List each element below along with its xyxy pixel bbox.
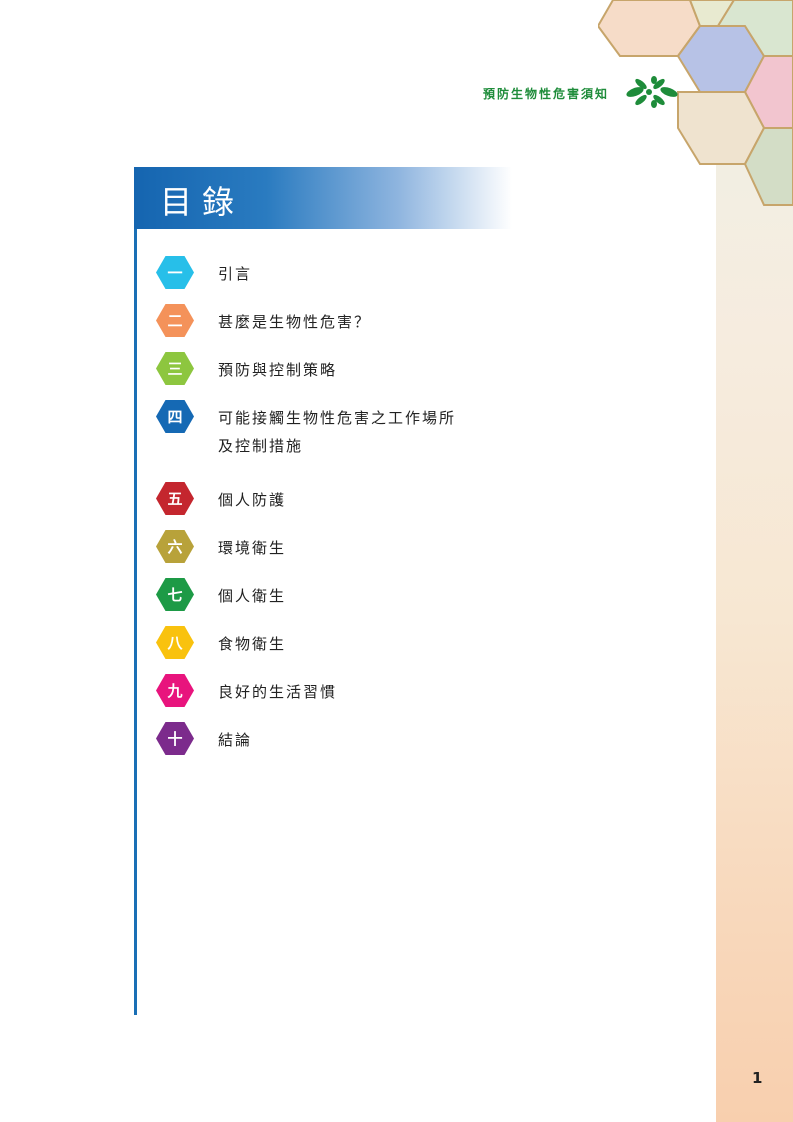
hexagon-number-badge: 六	[156, 530, 194, 563]
toc-item-3[interactable]: 三 預防與控制策略	[156, 352, 576, 400]
toc-heading: 目錄	[160, 183, 245, 221]
hexagon-number-badge: 八	[156, 626, 194, 659]
header-title: 預防生物性危害須知	[482, 87, 609, 101]
toc-item-label: 結論	[218, 731, 253, 749]
left-rule	[134, 229, 137, 1015]
toc-item-label: 個人防護	[218, 491, 287, 509]
toc-item-label: 預防與控制策略	[218, 361, 338, 379]
toc-item-label: 環境衛生	[218, 539, 287, 557]
toc-item-5[interactable]: 五 個人防護	[156, 482, 576, 530]
hexagon-number-badge: 三	[156, 352, 194, 385]
page-number: 1	[752, 1069, 763, 1087]
hexagon-number-badge: 一	[156, 256, 194, 289]
hexagon-number-badge: 二	[156, 304, 194, 337]
hexagon-number-badge: 四	[156, 400, 194, 433]
toc-heading-bar: 目錄	[134, 167, 512, 229]
toc-item-1[interactable]: 一 引言	[156, 256, 576, 304]
hexagon-number-badge: 十	[156, 722, 194, 755]
hexagon-number-badge: 九	[156, 674, 194, 707]
toc-item-label: 可能接觸生物性危害之工作場所	[218, 409, 457, 427]
toc-item-4[interactable]: 四 可能接觸生物性危害之工作場所 及控制措施	[156, 400, 576, 482]
toc-item-label: 良好的生活習慣	[218, 683, 338, 701]
toc-item-label-line2: 及控制措施	[218, 437, 304, 455]
hexagon-number-badge: 七	[156, 578, 194, 611]
table-of-contents: 一 引言 二 甚麼是生物性危害？ 三 預防與控制策略 四 可能接觸生物性危害之工…	[156, 256, 576, 770]
toc-item-7[interactable]: 七 個人衛生	[156, 578, 576, 626]
toc-item-10[interactable]: 十 結論	[156, 722, 576, 770]
toc-item-6[interactable]: 六 環境衛生	[156, 530, 576, 578]
logo-icon	[626, 76, 678, 108]
toc-item-label: 引言	[218, 265, 253, 283]
toc-item-label: 食物衛生	[218, 635, 287, 653]
toc-item-label: 甚麼是生物性危害？	[218, 313, 372, 331]
toc-item-2[interactable]: 二 甚麼是生物性危害？	[156, 304, 576, 352]
toc-item-8[interactable]: 八 食物衛生	[156, 626, 576, 674]
toc-item-9[interactable]: 九 良好的生活習慣	[156, 674, 576, 722]
toc-item-label: 個人衛生	[218, 587, 287, 605]
hexagon-number-badge: 五	[156, 482, 194, 515]
